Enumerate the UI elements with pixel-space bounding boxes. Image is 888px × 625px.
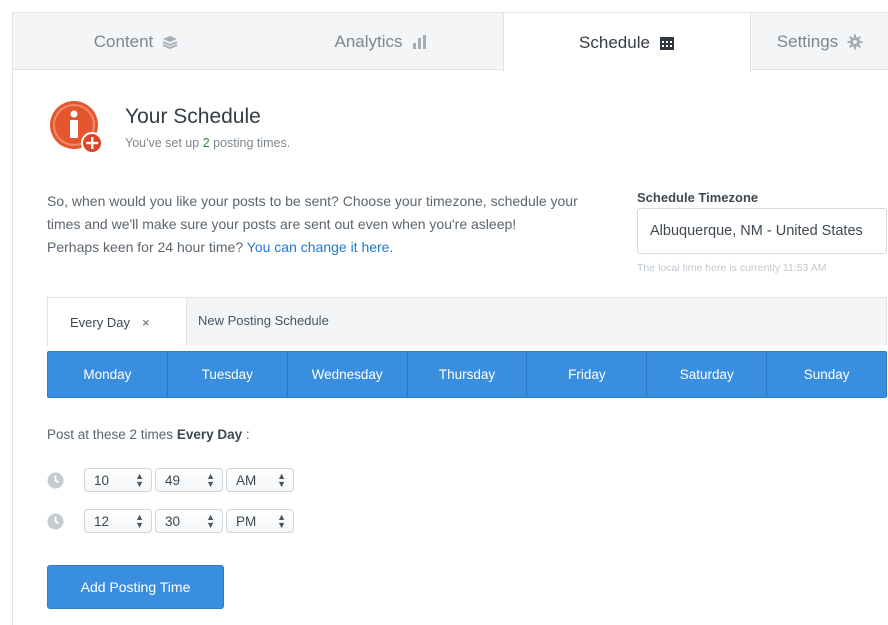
gear-icon	[847, 34, 863, 50]
select-arrows-icon: ▲ ▼	[206, 512, 215, 530]
ampm-select[interactable]: PM ▲ ▼	[226, 509, 294, 533]
close-icon[interactable]: ×	[142, 315, 150, 330]
day-friday[interactable]: Friday	[527, 352, 648, 397]
day-thursday[interactable]: Thursday	[408, 352, 528, 397]
posting-times-label: Post at these 2 times Every Day :	[47, 427, 250, 442]
posting-count: 2	[202, 136, 210, 150]
tab-schedule[interactable]: Schedule	[503, 13, 751, 72]
select-arrows-icon: ▲ ▼	[277, 471, 286, 489]
day-saturday[interactable]: Saturday	[647, 352, 768, 397]
timezone-local-time: The local time here is currently 11:53 A…	[637, 262, 827, 274]
timezone-label: Schedule Timezone	[637, 190, 759, 205]
add-posting-time-button[interactable]: Add Posting Time	[47, 565, 224, 609]
timezone-input[interactable]: Albuquerque, NM - United States	[637, 208, 887, 254]
ampm-select[interactable]: AM ▲ ▼	[226, 468, 294, 492]
tab-content-label: Content	[93, 31, 154, 51]
day-monday[interactable]: Monday	[48, 352, 168, 397]
minute-select[interactable]: 49 ▲ ▼	[155, 468, 223, 492]
app-frame: Content Analytics Schedule Settings Your…	[12, 12, 888, 625]
clock-icon	[47, 472, 64, 489]
select-arrows-icon: ▲ ▼	[206, 471, 215, 489]
day-selector: Monday Tuesday Wednesday Thursday Friday…	[47, 351, 887, 398]
clock-icon	[47, 513, 64, 530]
page-title: Your Schedule	[125, 105, 261, 128]
tab-schedule-label: Schedule	[579, 32, 650, 52]
page-subtitle: You've set up 2 posting times.	[125, 136, 291, 150]
tab-analytics-label: Analytics	[334, 31, 403, 51]
schedule-tabs: Every Day × New Posting Schedule	[47, 297, 887, 346]
schedule-info-icon	[47, 98, 109, 160]
bar-chart-icon	[412, 34, 428, 50]
change-time-format-link[interactable]: You can change it here.	[247, 239, 394, 255]
schedule-tab-label: Every Day	[70, 314, 130, 330]
calendar-icon	[659, 35, 675, 51]
new-posting-schedule-tab[interactable]: New Posting Schedule	[198, 298, 329, 344]
tab-settings[interactable]: Settings	[751, 13, 888, 70]
description-text: So, when would you like your posts to be…	[47, 193, 578, 232]
day-tuesday[interactable]: Tuesday	[168, 352, 288, 397]
tab-analytics[interactable]: Analytics	[259, 13, 503, 70]
layers-icon	[162, 35, 178, 49]
day-wednesday[interactable]: Wednesday	[288, 352, 408, 397]
description-24h: Perhaps keen for 24 hour time? You can c…	[47, 239, 394, 255]
day-sunday[interactable]: Sunday	[767, 352, 886, 397]
minute-select[interactable]: 30 ▲ ▼	[155, 509, 223, 533]
main-tabs: Content Analytics Schedule Settings	[13, 12, 888, 72]
select-arrows-icon: ▲ ▼	[135, 512, 144, 530]
posting-time-row: 10 ▲ ▼ 49 ▲ ▼ AM ▲ ▼	[47, 468, 297, 492]
tab-content[interactable]: Content	[13, 13, 259, 70]
schedule-description: So, when would you like your posts to be…	[47, 190, 607, 259]
schedule-tab-every-day[interactable]: Every Day ×	[47, 297, 187, 346]
tab-settings-label: Settings	[776, 31, 839, 51]
hour-select[interactable]: 10 ▲ ▼	[84, 468, 152, 492]
hour-select[interactable]: 12 ▲ ▼	[84, 509, 152, 533]
posting-time-row: 12 ▲ ▼ 30 ▲ ▼ PM ▲ ▼	[47, 509, 297, 533]
select-arrows-icon: ▲ ▼	[135, 471, 144, 489]
select-arrows-icon: ▲ ▼	[277, 512, 286, 530]
